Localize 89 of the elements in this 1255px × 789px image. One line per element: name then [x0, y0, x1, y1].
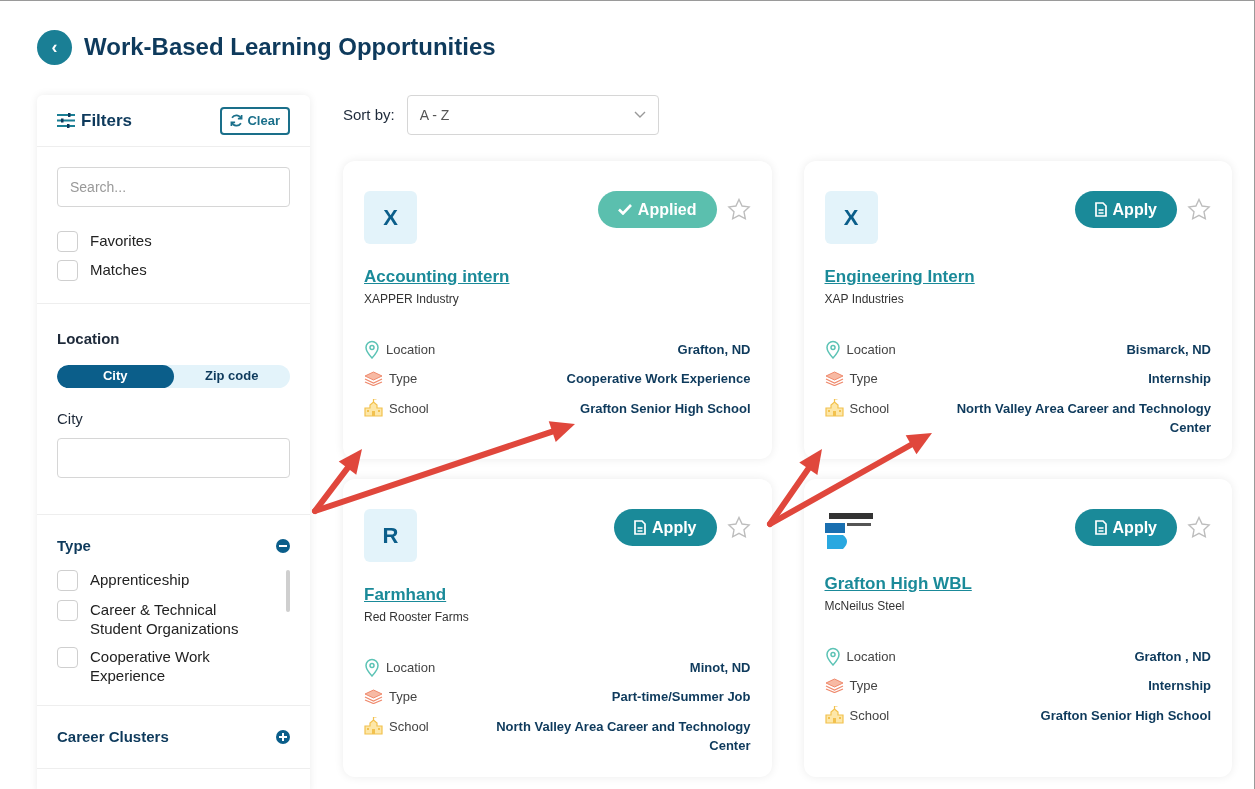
toggle-option[interactable]: Zip code [173, 364, 290, 388]
document-icon [1094, 202, 1107, 217]
checkbox-label: Career & Technical Student Organizations [90, 599, 240, 638]
checkbox-label: Matches [90, 260, 147, 279]
document-icon [1094, 520, 1107, 535]
field-label: Location [386, 340, 436, 359]
field-value: Grafton , ND [1134, 647, 1211, 666]
field-label: Type [389, 370, 418, 388]
star-icon[interactable] [1187, 516, 1211, 539]
location-pin-icon [824, 646, 841, 666]
checkbox-label: Apprenticeship [90, 569, 190, 589]
school-building-icon [364, 717, 383, 736]
company-name: XAP Industries [824, 290, 905, 308]
company-name: McNeilus Steel [824, 597, 906, 615]
opportunity-title-link[interactable]: Accounting intern [364, 264, 510, 290]
field-label: School [849, 399, 890, 418]
company-name: Red Rooster Farms [364, 608, 470, 626]
apply-button[interactable]: Apply [1074, 509, 1177, 546]
field-label: Type [849, 370, 878, 388]
company-logo: X [824, 191, 878, 244]
apply-button[interactable]: Apply [1074, 191, 1177, 228]
field-value: Bismarck, ND [1126, 340, 1211, 359]
field-value: Grafton Senior High School [580, 399, 751, 418]
star-icon[interactable] [1187, 198, 1211, 221]
field-value: Internship [1148, 370, 1211, 388]
field-value: Cooperative Work Experience [566, 370, 751, 388]
location-pin-icon [364, 339, 380, 359]
field-label: Location [386, 658, 436, 677]
sort-dropdown[interactable]: A - Z [406, 95, 659, 135]
school-building-icon [824, 706, 844, 725]
section-title: Type [57, 536, 91, 556]
expand-icon[interactable] [276, 729, 290, 744]
chevron-down-icon [633, 111, 646, 119]
scrollbar-thumb[interactable] [286, 569, 290, 612]
field-label: Location [846, 340, 896, 359]
field-label: Type [389, 688, 418, 706]
opportunity-title-link[interactable]: Grafton High WBL [824, 571, 972, 597]
filters-title: Filters [81, 109, 133, 132]
field-value: North Valley Area Career and Technology Center [495, 717, 751, 755]
checkbox[interactable] [57, 231, 78, 252]
field-value: Grafton, ND [677, 340, 751, 359]
toggle-option[interactable]: City [57, 364, 174, 388]
field-value: Minot, ND [689, 658, 751, 677]
page-title: Work-Based Learning Opportunities [84, 32, 496, 62]
opportunity-title-link[interactable]: Engineering Intern [824, 264, 975, 290]
school-building-icon [364, 399, 383, 418]
back-button[interactable]: ‹ [37, 29, 72, 65]
sort-label: Sort by: [343, 104, 395, 125]
field-value: Part-time/Summer Job [611, 688, 751, 706]
document-icon [634, 520, 647, 535]
field-value: Grafton Senior High School [1040, 706, 1211, 725]
field-label: School [389, 717, 429, 736]
location-pin-icon [824, 339, 841, 359]
field-value: Internship [1148, 677, 1211, 695]
layers-icon [824, 678, 844, 694]
checkbox[interactable] [57, 569, 78, 591]
field-label: City [57, 408, 84, 429]
company-logo: R [364, 509, 417, 562]
layers-icon [824, 371, 844, 387]
check-icon [617, 204, 632, 215]
school-building-icon [824, 399, 844, 418]
section-title: Career Clusters [57, 726, 169, 747]
collapse-icon[interactable] [276, 539, 290, 554]
refresh-icon [230, 114, 244, 127]
checkbox-label: Favorites [90, 231, 152, 250]
company-logo: X [364, 191, 417, 244]
checkbox[interactable] [57, 599, 78, 621]
layers-icon [364, 689, 383, 705]
clear-button[interactable]: Clear [220, 106, 290, 135]
search-field[interactable]: Search... [57, 167, 290, 207]
field-label: Type [849, 677, 878, 695]
section-title: Location [57, 329, 121, 349]
opportunity-title-link[interactable]: Farmhand [364, 582, 447, 608]
filter-icon [57, 113, 75, 128]
field-label: School [389, 399, 429, 418]
location-pin-icon [364, 657, 380, 677]
checkbox[interactable] [57, 646, 78, 668]
field-label: Location [846, 647, 896, 666]
field-label: School [849, 706, 890, 725]
layers-icon [364, 371, 383, 387]
checkbox[interactable] [57, 260, 78, 281]
field-value: North Valley Area Career and Technology Center [955, 399, 1211, 437]
star-icon[interactable] [726, 198, 751, 221]
apply-button[interactable]: Apply [614, 509, 717, 546]
company-name: XAPPER Industry [364, 290, 460, 308]
applied-button[interactable]: Applied [597, 191, 717, 228]
checkbox-label: Cooperative Work Experience [90, 646, 211, 685]
city-field[interactable] [57, 438, 290, 478]
star-icon[interactable] [726, 516, 751, 539]
